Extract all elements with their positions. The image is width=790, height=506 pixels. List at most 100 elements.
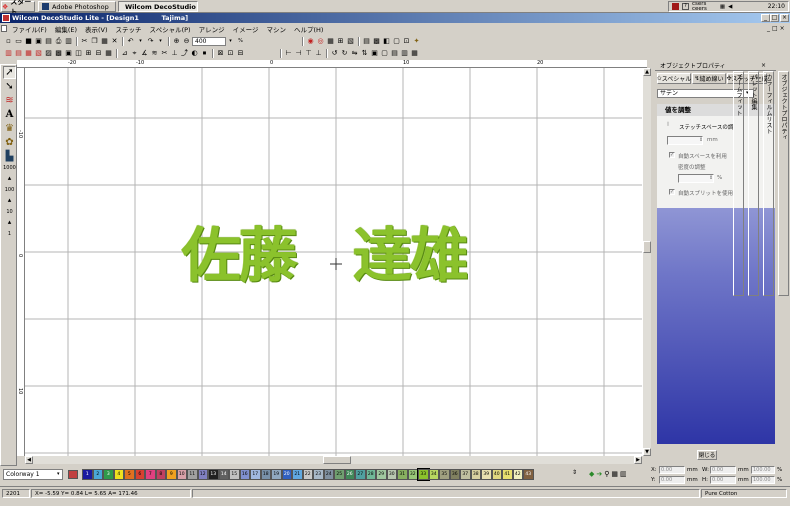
embroidery-text-left[interactable]: 佐藤 <box>182 226 298 285</box>
vertical-scrollbar[interactable]: ▲ ▼ <box>642 68 651 456</box>
tab-outline[interactable]: ↯ 縫め線い <box>692 73 726 84</box>
h-percent-field[interactable]: 100.00 <box>751 476 775 484</box>
thread-swatch[interactable]: 29 <box>376 469 387 480</box>
new-icon[interactable]: ▫ <box>4 37 13 46</box>
distribute-icon[interactable]: ⊥ <box>314 49 323 58</box>
zoom-step-icon[interactable]: ▴ <box>3 172 16 185</box>
delete-icon[interactable]: ✕ <box>110 37 119 46</box>
color-change-icon[interactable]: ◐ <box>190 49 199 58</box>
thread-swatch[interactable]: 40 <box>491 469 502 480</box>
zoom-level-100[interactable]: 100 <box>1 187 18 193</box>
undo-dropdown-icon[interactable]: ▾ <box>136 37 145 46</box>
stop-icon[interactable]: ⏹ <box>200 49 209 58</box>
thread-swatch[interactable]: 16 <box>239 469 250 480</box>
hoop-grid-icon[interactable]: ⊞ <box>336 37 345 46</box>
thread-swatch[interactable]: 3 <box>103 469 114 480</box>
thread-swatch[interactable]: 27 <box>355 469 366 480</box>
hoop-icon[interactable]: ▢ <box>392 37 401 46</box>
stitch-player-icon[interactable]: ▤ <box>362 37 371 46</box>
print-setup-icon[interactable]: ▥ <box>64 37 73 46</box>
zoom-level-1000[interactable]: 1000 <box>1 165 18 171</box>
scroll-up-icon[interactable]: ▲ <box>643 68 651 76</box>
elements-icon[interactable]: ✿ <box>3 136 16 149</box>
mirror-h-icon[interactable]: ⇋ <box>350 49 359 58</box>
group-icon[interactable]: ▣ <box>370 49 379 58</box>
show-stitches-icon[interactable]: ◉ <box>306 37 315 46</box>
thread-swatch[interactable]: 41 <box>502 469 513 480</box>
motif-icon[interactable]: ▩ <box>54 49 63 58</box>
task-decostudio[interactable]: Wilcom DecoStudio ... <box>118 1 198 12</box>
redo-icon[interactable]: ↷ <box>146 37 155 46</box>
stitch-angle-icon[interactable]: ∡ <box>140 49 149 58</box>
horizontal-scrollbar[interactable]: ◀ ▶ <box>25 456 642 464</box>
thread-swatch[interactable]: 35 <box>439 469 450 480</box>
app-icon[interactable] <box>2 14 10 22</box>
panel-close-icon[interactable]: × <box>761 62 766 69</box>
start-button[interactable]: ❖ スタート <box>1 0 35 16</box>
menu-file[interactable]: ファイル(F) <box>8 24 51 34</box>
thread-swatch[interactable]: 5 <box>124 469 135 480</box>
tray-app-icon[interactable] <box>672 3 679 10</box>
scroll-right-icon[interactable]: ▶ <box>634 456 642 464</box>
zoom-level-10[interactable]: 10 <box>1 209 18 215</box>
thread-swatch[interactable]: 20 <box>281 469 292 480</box>
open-icon[interactable]: ▭ <box>14 37 23 46</box>
thread-swatch[interactable]: 30 <box>386 469 397 480</box>
menu-edit[interactable]: 編集(E) <box>51 24 81 34</box>
scroll-left-icon[interactable]: ◀ <box>25 456 33 464</box>
tile-icon[interactable]: ▩ <box>372 37 381 46</box>
sequin-icon[interactable]: ◫ <box>74 49 83 58</box>
rotate-left-icon[interactable]: ↺ <box>330 49 339 58</box>
unlock-icon[interactable]: ▥ <box>400 49 409 58</box>
thread-swatch[interactable]: 7 <box>145 469 156 480</box>
h-field[interactable]: 0.00 <box>710 476 736 484</box>
undo-icon[interactable]: ↶ <box>126 37 135 46</box>
tatami-stitch-icon[interactable]: ▤ <box>14 49 23 58</box>
entry-exit-icon[interactable]: ⌖ <box>130 49 139 58</box>
thread-swatch[interactable]: 4 <box>113 469 124 480</box>
auto-spacing-checkbox[interactable]: ✓ <box>669 152 675 158</box>
trim-icon[interactable]: ✂ <box>160 49 169 58</box>
thread-swatch[interactable]: 1 <box>82 469 93 480</box>
menu-view[interactable]: 表示(V) <box>81 24 112 34</box>
grid-icon[interactable]: ▦ <box>326 37 335 46</box>
align-center-icon[interactable]: ⊣ <box>294 49 303 58</box>
copy-icon[interactable]: ❐ <box>90 37 99 46</box>
thread-swatch[interactable]: 39 <box>481 469 492 480</box>
stitch-grid-icon[interactable]: ⊟ <box>94 49 103 58</box>
spin-icon[interactable]: ⇕ <box>699 137 703 143</box>
thread-swatch[interactable]: 19 <box>271 469 282 480</box>
maximize-button[interactable]: □ <box>770 14 779 22</box>
thread-swatch[interactable]: 8 <box>155 469 166 480</box>
w-percent-field[interactable]: 100.00 <box>751 466 775 474</box>
auto-split-checkbox[interactable]: ✓ <box>669 189 675 195</box>
thread-swatch[interactable]: 12 <box>197 469 208 480</box>
thread-swatch[interactable]: 32 <box>407 469 418 480</box>
y-field[interactable]: 0.00 <box>659 476 685 484</box>
thread-swatch[interactable]: 26 <box>344 469 355 480</box>
scroll-thumb[interactable] <box>323 456 351 464</box>
applique-icon[interactable]: ▣ <box>64 49 73 58</box>
embroidery-text-right[interactable]: 達雄 <box>353 226 469 285</box>
thread-swatch[interactable]: 13 <box>208 469 219 480</box>
thread-swatch[interactable]: 14 <box>218 469 229 480</box>
pattern-fill-icon[interactable]: ▨ <box>44 49 53 58</box>
menu-machine[interactable]: マシン <box>262 24 290 34</box>
close-button[interactable]: × <box>780 14 789 22</box>
menu-arrange[interactable]: アレンジ <box>195 24 229 34</box>
thread-swatch[interactable]: 15 <box>229 469 240 480</box>
sort-icon[interactable]: ▦ <box>410 49 419 58</box>
thread-swatch[interactable]: 11 <box>187 469 198 480</box>
panel-close-button[interactable]: 閉じる <box>697 450 717 460</box>
zoom-step-icon[interactable]: ▴ <box>3 194 16 207</box>
align-left-icon[interactable]: ⊢ <box>284 49 293 58</box>
reshape-tool-icon[interactable]: ➘ <box>3 80 16 93</box>
tray-help-icon[interactable]: ? <box>682 3 689 10</box>
thread-swatch[interactable]: 18 <box>260 469 271 480</box>
zoom-percent-icon[interactable]: % <box>236 37 245 46</box>
run-stitch-icon[interactable]: ▦ <box>24 49 33 58</box>
digitize-tool-icon[interactable]: ≋ <box>3 94 16 107</box>
reshape-icon[interactable]: ⊿ <box>120 49 129 58</box>
save-icon[interactable]: ■ <box>24 37 33 46</box>
thread-swatch[interactable]: 28 <box>365 469 376 480</box>
